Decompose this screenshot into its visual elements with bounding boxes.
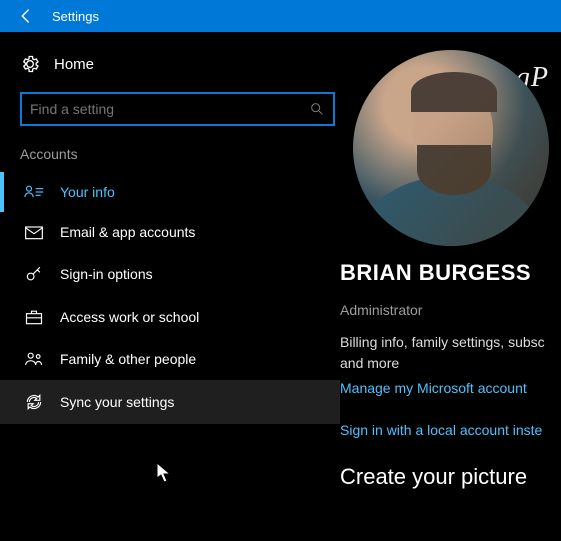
content: Home Accounts Your info Email & app acco…: [0, 32, 561, 541]
people-icon: [24, 350, 44, 368]
sync-icon: [24, 392, 44, 412]
sidebar-item-label: Your info: [60, 184, 115, 200]
search-input[interactable]: [20, 92, 335, 126]
sidebar: Home Accounts Your info Email & app acco…: [0, 32, 340, 541]
sidebar-item-label: Email & app accounts: [60, 224, 195, 240]
search-field[interactable]: [30, 101, 309, 117]
sidebar-item-label: Sign-in options: [60, 266, 153, 282]
picture-heading: Create your picture: [340, 464, 561, 490]
home-label: Home: [54, 56, 94, 73]
mail-icon: [24, 224, 44, 240]
gear-icon: [20, 54, 40, 74]
sidebar-item-your-info[interactable]: Your info: [0, 172, 340, 212]
search-wrap: [0, 86, 340, 140]
avatar: [353, 50, 549, 246]
window-title: Settings: [52, 9, 99, 24]
sidebar-section-label: Accounts: [0, 140, 340, 172]
sidebar-item-work-school[interactable]: Access work or school: [0, 296, 340, 338]
home-link[interactable]: Home: [0, 46, 340, 86]
user-name: BRIAN BURGESS: [340, 260, 561, 286]
person-badge-icon: [24, 184, 44, 200]
user-role: Administrator: [340, 302, 561, 318]
titlebar: Settings: [0, 0, 561, 32]
sidebar-item-family[interactable]: Family & other people: [0, 338, 340, 380]
sidebar-item-label: Family & other people: [60, 351, 196, 367]
avatar-wrap: [340, 50, 561, 246]
back-button[interactable]: [8, 0, 44, 32]
manage-account-link[interactable]: Manage my Microsoft account: [340, 380, 561, 396]
briefcase-icon: [24, 308, 44, 326]
sidebar-item-email-accounts[interactable]: Email & app accounts: [0, 212, 340, 252]
search-icon: [309, 101, 325, 117]
main-panel: gP BRIAN BURGESS Administrator Billing i…: [340, 32, 561, 541]
key-icon: [24, 264, 44, 284]
sidebar-item-sync[interactable]: Sync your settings: [0, 380, 340, 424]
local-account-link[interactable]: Sign in with a local account inste: [340, 422, 561, 438]
sidebar-item-signin-options[interactable]: Sign-in options: [0, 252, 340, 296]
arrow-left-icon: [17, 7, 35, 25]
sidebar-item-label: Sync your settings: [60, 394, 174, 410]
user-description: Billing info, family settings, subsc and…: [340, 332, 561, 374]
sidebar-item-label: Access work or school: [60, 309, 199, 325]
